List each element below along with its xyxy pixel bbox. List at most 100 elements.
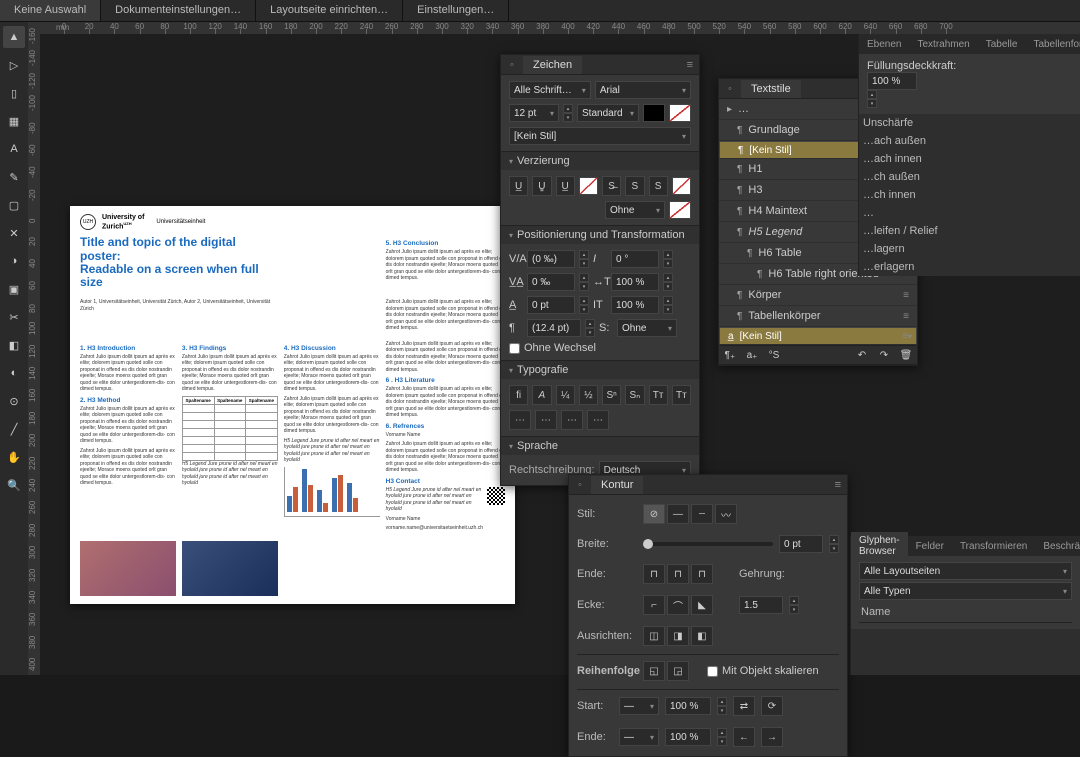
font-collection-select[interactable]: Alle Schrift… xyxy=(509,81,591,99)
char-style-select[interactable]: [Kein Stil] xyxy=(509,127,691,145)
kontur-tab[interactable]: Kontur xyxy=(591,476,643,494)
double-underline-btn[interactable]: U̳ xyxy=(532,176,551,196)
smallcaps-btn[interactable]: Tᴛ xyxy=(649,385,668,405)
end-pct-step[interactable]: ▴▾ xyxy=(717,728,727,746)
stroke-dash-btn[interactable]: ┄ xyxy=(691,504,713,524)
sup-btn[interactable]: Sⁿ xyxy=(602,385,621,405)
decoration-section[interactable]: Verzierung xyxy=(501,151,699,170)
shear-step[interactable]: ▴▾ xyxy=(663,250,673,268)
tracking-field[interactable]: (0 ‰) xyxy=(527,250,575,268)
vector-crop-tool[interactable]: ✂ xyxy=(3,306,25,328)
fill-tool[interactable]: ◧ xyxy=(3,334,25,356)
swash-btn[interactable]: A xyxy=(532,385,551,405)
redo-style-btn[interactable]: ↷ xyxy=(873,345,895,365)
stroke-width-field[interactable]: 0 pt xyxy=(779,535,823,553)
brush-tool[interactable]: ╱ xyxy=(3,418,25,440)
effect-item[interactable]: …ch innen xyxy=(859,186,1080,204)
strike-btn[interactable]: S̶ xyxy=(602,176,621,196)
sub-btn[interactable]: Sₙ xyxy=(625,385,644,405)
transparency-tool[interactable]: ◐ xyxy=(3,362,25,384)
arrow-fit2-btn[interactable]: → xyxy=(761,727,783,747)
decoration-select[interactable]: Ohne xyxy=(605,201,665,219)
swap-arrows-btn[interactable]: ⇄ xyxy=(733,696,755,716)
zeichen-options-icon[interactable]: ≡ xyxy=(681,59,699,71)
order-behind-btn[interactable]: ◱ xyxy=(643,661,665,681)
kontur-close[interactable]: ◦ xyxy=(573,478,587,492)
text-bg-swatch[interactable] xyxy=(669,104,691,122)
end-pct-field[interactable]: 100 % xyxy=(665,728,711,746)
link-sizes-btn[interactable]: ⟳ xyxy=(761,696,783,716)
leading-field[interactable]: (12.4 pt) xyxy=(527,319,581,337)
join-bevel-btn[interactable]: ◣ xyxy=(691,595,713,615)
stroke-width-slider[interactable] xyxy=(643,542,773,546)
end-arrow-select[interactable]: — xyxy=(619,728,659,746)
style-row[interactable]: ¶Tabellenkörper≡ xyxy=(719,306,917,327)
stroke-brush-btn[interactable]: 〰 xyxy=(715,504,737,524)
style-row-opts[interactable]: ≡ xyxy=(903,311,909,322)
ligature-btn[interactable]: fi xyxy=(509,385,528,405)
text-frame-tool[interactable]: ▯ xyxy=(3,82,25,104)
stock-tool[interactable]: ◑ xyxy=(3,250,25,272)
undo-style-btn[interactable]: ↶ xyxy=(851,345,873,365)
position-section[interactable]: Positionierung und Transformation xyxy=(501,225,699,244)
hscale-step[interactable]: ▴▾ xyxy=(663,273,673,291)
effect-item[interactable]: …lagern xyxy=(859,240,1080,258)
menu-dokumenteinstellungen[interactable]: Dokumenteinstellungen… xyxy=(101,0,256,21)
align-inside-btn[interactable]: ◨ xyxy=(667,626,689,646)
kerning-field[interactable]: 0 ‰ xyxy=(527,273,575,291)
move-tool[interactable]: ▲ xyxy=(3,26,25,48)
cap-square-btn[interactable]: ⊓ xyxy=(691,564,713,584)
add-group-style-btn[interactable]: °S xyxy=(763,345,785,365)
frac12-btn[interactable]: ½ xyxy=(579,385,598,405)
effect-item[interactable]: …erlagern xyxy=(859,258,1080,276)
position-select[interactable]: Ohne xyxy=(617,319,677,337)
pen-tool[interactable]: ✎ xyxy=(3,166,25,188)
layout-pages-select[interactable]: Alle Layoutseiten xyxy=(859,562,1072,580)
table-tool[interactable]: ▦ xyxy=(3,110,25,132)
effect-item[interactable]: …ach außen xyxy=(859,132,1080,150)
font-family-select[interactable]: Arial xyxy=(595,81,691,99)
shape-tool[interactable]: ▢ xyxy=(3,194,25,216)
typo-more-2[interactable]: ⋯ xyxy=(535,410,557,430)
no-change-checkbox[interactable] xyxy=(509,343,520,354)
delete-style-btn[interactable]: 🗑 xyxy=(895,345,917,365)
effect-item[interactable]: … xyxy=(859,204,1080,222)
style-row-opts[interactable]: ≡ xyxy=(902,331,908,342)
typo-more-1[interactable]: ⋯ xyxy=(509,410,531,430)
kerning-step[interactable]: ▴▾ xyxy=(579,273,589,291)
view-tool[interactable]: ✋ xyxy=(3,446,25,468)
menu-keine-auswahl[interactable]: Keine Auswahl xyxy=(0,0,101,21)
tracking-step[interactable]: ▴▾ xyxy=(579,250,589,268)
rtab-ebenen[interactable]: Ebenen xyxy=(859,36,909,53)
strike3-btn[interactable]: S xyxy=(649,176,668,196)
underline-colour-btn[interactable]: U̲ xyxy=(556,176,575,196)
rtab-tabelle[interactable]: Tabelle xyxy=(978,36,1026,53)
join-miter-btn[interactable]: ⌐ xyxy=(643,595,665,615)
leading-step[interactable]: ▴▾ xyxy=(585,319,595,337)
miter-field[interactable]: 1.5 xyxy=(739,596,783,614)
picture-frame-tool[interactable]: ✕ xyxy=(3,222,25,244)
underline-swatch[interactable] xyxy=(579,177,598,195)
zeichen-close[interactable]: ◦ xyxy=(505,58,519,72)
vscale-field[interactable]: 100 % xyxy=(611,296,659,314)
frac14-btn[interactable]: ¼ xyxy=(556,385,575,405)
opacity-field[interactable]: 100 % xyxy=(867,72,917,90)
start-pct-field[interactable]: 100 % xyxy=(665,697,711,715)
language-section[interactable]: Sprache xyxy=(501,436,699,455)
add-char-style-btn[interactable]: a₊ xyxy=(741,345,763,365)
stroke-solid-btn[interactable]: — xyxy=(667,504,689,524)
zeichen-tab[interactable]: Zeichen xyxy=(523,56,582,74)
miter-step[interactable]: ▴▾ xyxy=(789,596,799,614)
btab-transform[interactable]: Transformieren xyxy=(952,538,1035,555)
artistic-text-tool[interactable]: A xyxy=(3,138,25,160)
cap-round-btn[interactable]: ⊓ xyxy=(667,564,689,584)
menu-einstellungen[interactable]: Einstellungen… xyxy=(403,0,509,21)
baseline-field[interactable]: 0 pt xyxy=(527,296,575,314)
baseline-step[interactable]: ▴▾ xyxy=(579,296,589,314)
align-outside-btn[interactable]: ◧ xyxy=(691,626,713,646)
font-size-select[interactable]: 12 pt xyxy=(509,104,559,122)
strike-swatch[interactable] xyxy=(672,177,691,195)
join-round-btn[interactable]: ⌒ xyxy=(667,595,689,615)
rtab-textrahmen[interactable]: Textrahmen xyxy=(909,36,977,53)
btab-glyphen[interactable]: Glyphen-Browser xyxy=(851,532,908,560)
